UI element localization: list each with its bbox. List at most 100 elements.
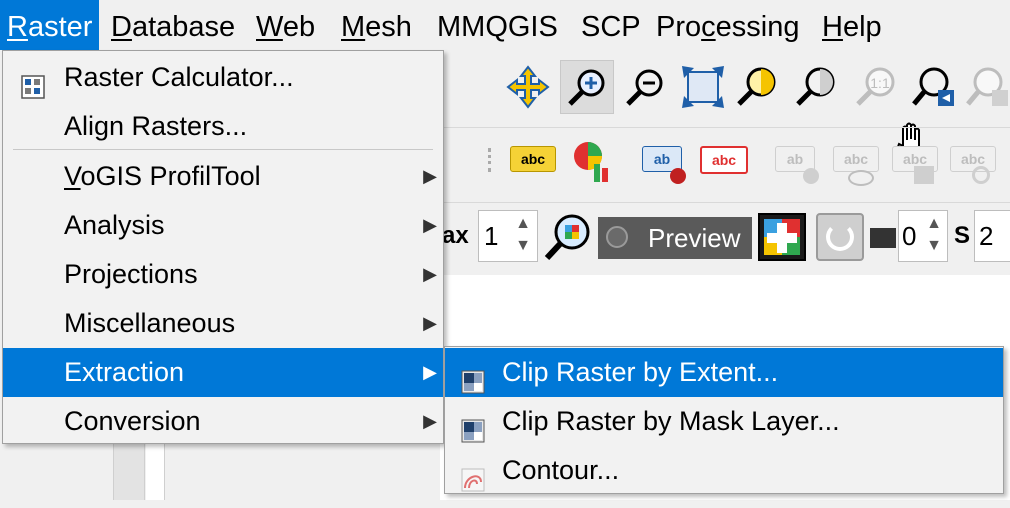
menu-item-label: Clip Raster by Extent... [502,357,779,387]
menu-scp[interactable]: SCP [574,0,648,50]
menu-mesh[interactable]: Mesh [334,0,419,50]
spinbox-value: 1 [484,221,499,251]
menu-mmqgis[interactable]: MMQGIS [430,0,565,50]
toolbar-divider [440,127,1010,128]
svg-text:1:1: 1:1 [870,75,890,91]
menu-item-label: Conversion [64,406,201,436]
menu-item-label: Raster Calculator... [64,62,294,92]
zoom-selection-icon [737,67,776,106]
menu-item-label: Align Rasters... [64,111,248,141]
menu-separator [13,149,433,150]
submenu-arrow-icon: ▶ [423,166,437,186]
zoom-next-button[interactable] [962,62,1010,112]
menu-item-projections[interactable]: Projections ▶ [3,250,443,299]
zoom-next-icon [966,67,1008,106]
preview-label: Preview [648,223,741,253]
spinbox-value: 2 [979,221,994,251]
pan-arrows-icon [506,65,550,109]
menu-item-label: Miscellaneous [64,308,236,338]
scp-color-button[interactable] [758,213,806,261]
menu-help[interactable]: Help [815,0,889,50]
menu-item-conversion[interactable]: Conversion ▶ [3,397,443,446]
rotate-label-icon [972,166,990,184]
menu-raster-label: aster [27,11,93,43]
zoom-full-icon [682,66,724,108]
menu-item-label: Contour... [502,455,620,485]
menu-item-miscellaneous[interactable]: Miscellaneous ▶ [3,299,443,348]
label-disabled-4[interactable]: abc [950,146,996,172]
grip-handle[interactable] [488,148,497,172]
move-label-icon [914,166,934,184]
eye-icon [848,170,874,186]
preview-button[interactable]: Preview [598,217,752,259]
menu-item-align-rasters[interactable]: Align Rasters... [3,102,443,151]
menubar: Raster Database Web Mesh MMQGIS SCP Proc… [0,0,1010,55]
spinbox-value: 0 [902,221,917,251]
zoom-in-button[interactable] [560,60,614,114]
menu-item-clip-raster-by-mask-layer[interactable]: Clip Raster by Mask Layer... [445,397,1003,446]
zoom-to-selection-button[interactable] [733,62,783,112]
zoom-out-icon [626,69,663,106]
scp-tool-fragment [870,228,896,248]
menu-raster[interactable]: Raster [0,0,100,50]
toolbar-divider-2 [440,202,1010,203]
scp-spinbox-1[interactable]: 1 ▲ ▼ [478,210,538,262]
label-disabled-2[interactable]: abc [833,146,879,172]
diagram-tool-button[interactable] [570,140,614,191]
menu-item-contour[interactable]: Contour... [445,446,1003,495]
zoom-native-resolution-icon: 1:1 [856,67,895,106]
menu-processing[interactable]: Processing [649,0,806,50]
raster-calculator-icon [21,66,45,99]
menu-item-clip-raster-by-extent[interactable]: Clip Raster by Extent... [445,348,1003,397]
zoom-out-button[interactable] [620,62,670,112]
menu-item-extraction[interactable]: Extraction ▶ [3,348,443,397]
menu-item-label: Extraction [64,357,185,387]
zoom-layer-icon [796,67,835,106]
menu-web[interactable]: Web [249,0,322,50]
pan-to-selection-button[interactable] [503,62,553,112]
spin-up-icon[interactable]: ▲ [926,215,942,233]
zoom-in-icon [568,69,605,106]
zoom-last-button[interactable] [908,62,958,112]
mnemonic: R [7,11,28,43]
submenu-arrow-icon: ▶ [423,215,437,235]
refresh-icon [826,223,854,251]
menu-item-label: Projections [64,259,198,289]
zoom-native-button[interactable]: 1:1 [850,62,900,112]
submenu-arrow-icon: ▶ [423,411,437,431]
menu-item-label: Analysis [64,210,165,240]
pin-gray-icon [803,168,819,184]
submenu-arrow-icon: ▶ [423,264,437,284]
submenu-arrow-icon: ▶ [423,313,437,333]
menu-item-label: VoGIS ProfilTool [64,161,261,191]
scp-zoom-button[interactable] [542,210,596,269]
menu-database-label: atabase [131,11,236,43]
scp-refresh-button[interactable] [816,213,864,261]
contour-icon [461,459,485,492]
pin-red-icon [670,168,686,184]
clip-mask-icon [461,410,485,443]
menu-database[interactable]: Database [104,0,242,50]
scp-spinbox-2[interactable]: 0 ▲ ▼ [898,210,948,262]
radio-icon [606,226,628,248]
zoom-to-layer-button[interactable] [792,62,842,112]
menu-processing-label: essing [715,11,800,43]
zoom-full-button[interactable] [678,62,728,112]
menu-web-label: eb [282,11,316,43]
label-tool-red[interactable]: abc [700,146,748,174]
zoom-last-icon [912,67,954,106]
spin-up-icon[interactable]: ▲ [515,215,531,233]
diagram-pie-bar-icon [574,142,608,182]
label-tool-yellow[interactable]: abc [510,146,556,172]
scp-label-fragment-2: S [954,222,971,249]
spin-down-icon[interactable]: ▼ [515,237,531,255]
menu-item-analysis[interactable]: Analysis ▶ [3,201,443,250]
menu-item-raster-calculator[interactable]: Raster Calculator... [3,53,443,102]
menu-item-label: Clip Raster by Mask Layer... [502,406,840,436]
menu-help-label: elp [842,11,882,43]
menu-item-vogis-profiltool[interactable]: VoGIS ProfilTool ▶ [3,152,443,201]
clip-extent-icon [461,361,485,394]
spin-down-icon[interactable]: ▼ [926,237,942,255]
scp-zoom-icon [544,214,590,261]
scp-spinbox-3[interactable]: 2 [974,210,1010,262]
